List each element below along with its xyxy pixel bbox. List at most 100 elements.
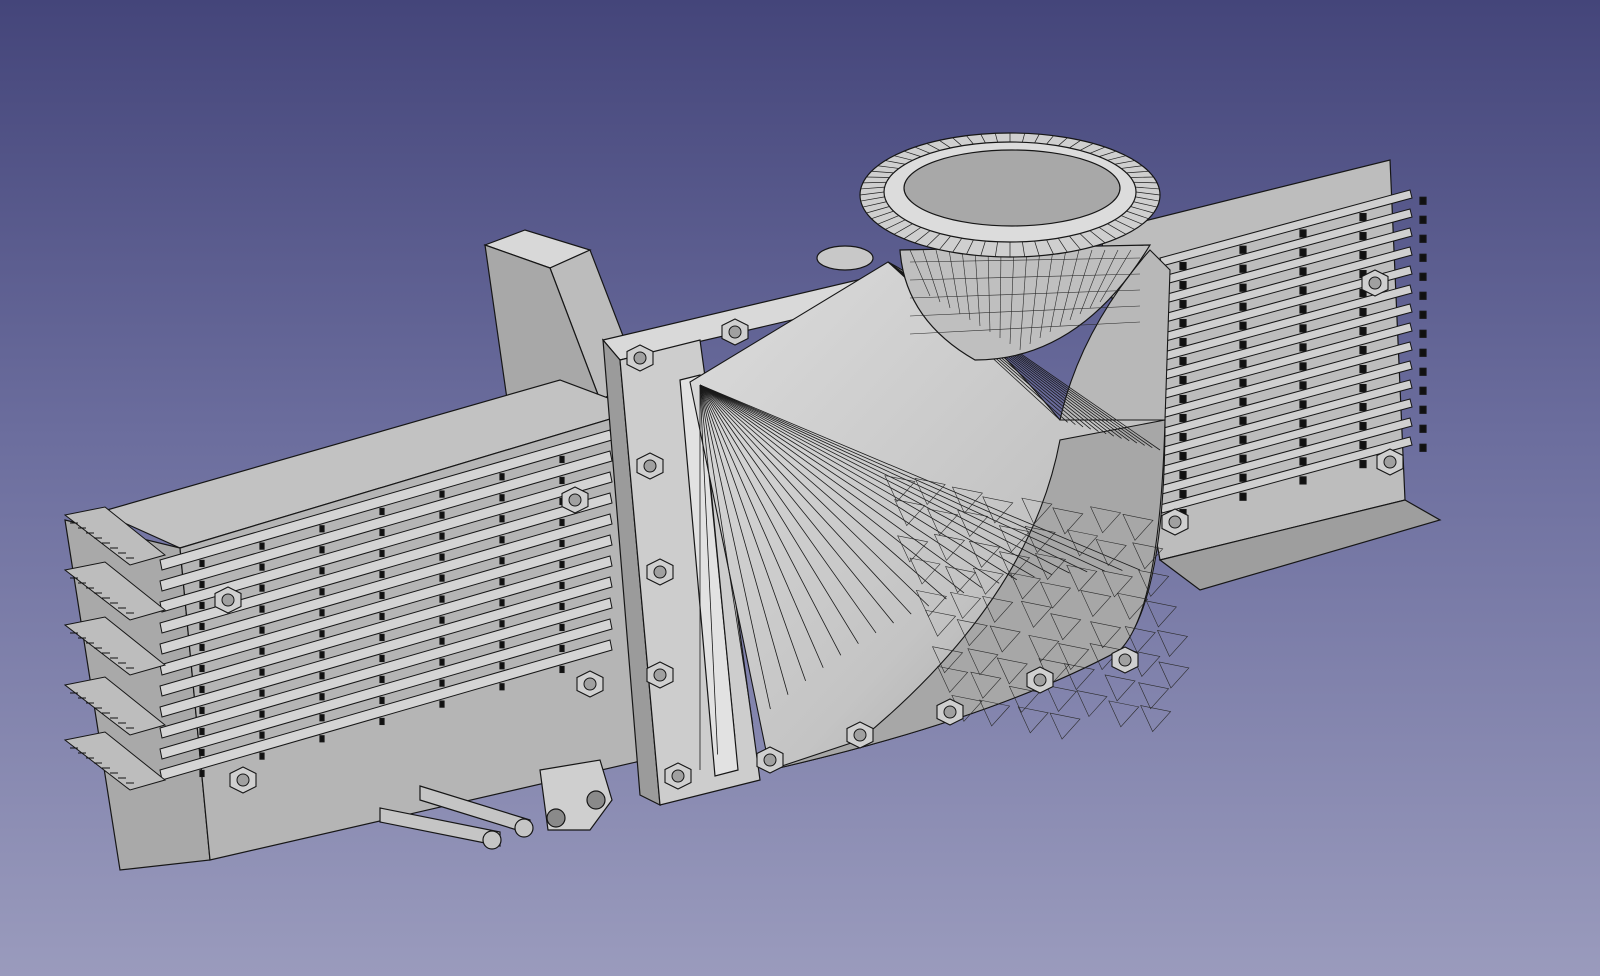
slat-tab (1299, 286, 1307, 295)
slat-tab (439, 511, 445, 519)
bolt-center (643, 459, 657, 473)
slat-tab (379, 570, 385, 579)
mesh-tri (1138, 682, 1170, 710)
slat-tab (1419, 310, 1427, 319)
bolt-center (1168, 515, 1182, 529)
slat-tab (499, 494, 505, 502)
slat-tab (259, 689, 265, 697)
slat-tab (1239, 321, 1247, 330)
slat-tab (1239, 416, 1247, 425)
slat-tab (379, 549, 385, 558)
slat-tab (1299, 457, 1307, 466)
slat-tab (1239, 397, 1247, 406)
slat-tab (199, 706, 205, 715)
slat-tab (1359, 441, 1367, 450)
slat-tab (1179, 413, 1187, 423)
mesh-tri (1158, 661, 1190, 689)
slat-tab (199, 622, 205, 631)
slat-tab (559, 581, 565, 590)
mesh-tri (1045, 685, 1078, 712)
slat-tab (379, 633, 385, 642)
slat-tab (1299, 400, 1307, 409)
mesh-tri (1049, 712, 1081, 740)
slat-tab (1299, 476, 1307, 485)
slat-tab (439, 637, 445, 645)
slat-tab (1299, 248, 1307, 257)
slat-tab (259, 710, 265, 718)
slat-tab (199, 601, 205, 610)
slat-tab (1179, 489, 1187, 499)
slat-tab (259, 731, 265, 739)
bolt-center (653, 565, 667, 579)
slat-tab (379, 507, 385, 516)
slat-tab (1179, 432, 1187, 442)
slat-tab (199, 664, 205, 673)
slat-tab (1359, 365, 1367, 374)
mesh-tri (1156, 629, 1189, 657)
slat-tab (1299, 267, 1307, 276)
slat-tab (1179, 394, 1187, 404)
slat-tab (439, 574, 445, 582)
bolt-center (671, 769, 685, 783)
slat-tab (559, 518, 565, 527)
slat-tab (1359, 422, 1367, 431)
bolt-center (236, 773, 250, 787)
slat-tab (439, 679, 445, 687)
slat-tab (259, 563, 265, 571)
slat-tab (1239, 378, 1247, 387)
slat-tab (559, 560, 565, 569)
slat-tab (199, 580, 205, 589)
slat-tab (379, 612, 385, 621)
slat-tab (319, 714, 325, 722)
slat-tab (499, 620, 505, 628)
slat-tab (1419, 348, 1427, 357)
bolt-center (728, 325, 742, 339)
slat-tab (319, 609, 325, 617)
slat-tab (1179, 451, 1187, 461)
slat-tab (1299, 381, 1307, 390)
slat-tab (559, 623, 565, 632)
slat-tab (259, 542, 265, 550)
slat-tab (199, 685, 205, 694)
bolt-center (653, 668, 667, 682)
slat-tab (1239, 264, 1247, 273)
slat-tab (499, 578, 505, 586)
slat-tab (1419, 196, 1427, 205)
slat-tab (1299, 419, 1307, 428)
mesh-tri (1140, 705, 1172, 733)
bolt-center (763, 753, 777, 767)
slat-tab (1359, 384, 1367, 393)
slat-tab (1299, 324, 1307, 333)
slat-tab (379, 654, 385, 663)
slat-tab (319, 672, 325, 680)
slat-tab (1419, 329, 1427, 338)
slat-tab (439, 595, 445, 603)
slat-tab (1179, 299, 1187, 309)
slat-tab (439, 490, 445, 498)
bolt-center (568, 493, 582, 507)
slat-tab (1419, 367, 1427, 376)
bolt-center (1033, 673, 1047, 687)
slat-tab (319, 567, 325, 575)
slat-tab (499, 641, 505, 649)
slat-tab (559, 455, 565, 464)
slat-tab (499, 683, 505, 691)
slat-tab (379, 528, 385, 537)
bolt-center (1383, 455, 1397, 469)
slat-tab (319, 693, 325, 701)
slat-tab (559, 665, 565, 674)
slat-tab (1179, 337, 1187, 347)
slat-tab (1239, 340, 1247, 349)
slat-tab (439, 616, 445, 624)
slat-tab (319, 651, 325, 659)
slat-tab (319, 735, 325, 743)
slat-tab (1299, 438, 1307, 447)
model-scene[interactable] (0, 0, 1600, 976)
3d-viewport[interactable] (0, 0, 1600, 976)
slat-tab (1359, 346, 1367, 355)
slat-tab (1359, 251, 1367, 260)
slat-tab (1299, 362, 1307, 371)
slat-tab (559, 476, 565, 485)
slat-tab (499, 515, 505, 523)
bolt-center (583, 677, 597, 691)
